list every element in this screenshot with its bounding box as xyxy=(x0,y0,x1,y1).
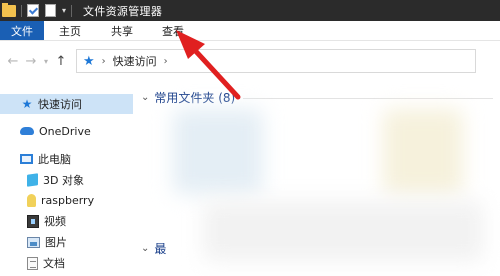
forward-arrow-icon[interactable]: → xyxy=(22,54,40,69)
sidebar-item-label: 图片 xyxy=(45,236,67,249)
file-explorer-window: ▾ 文件资源管理器 文件 主页 共享 查看 ← → ▾ ↑ ★ › 快速访问 ›… xyxy=(0,0,500,276)
tab-home[interactable]: 主页 xyxy=(44,21,96,40)
sidebar-item-videos[interactable]: 视频 xyxy=(27,211,66,231)
title-bar: ▾ 文件资源管理器 xyxy=(0,0,500,21)
raspberry-drive-icon xyxy=(27,193,36,207)
navigation-bar: ← → ▾ ↑ ★ › 快速访问 › xyxy=(0,41,500,81)
ribbon-tabs: 文件 主页 共享 查看 xyxy=(0,21,500,41)
sidebar-item-3d-objects[interactable]: 3D 对象 xyxy=(27,170,84,190)
recent-locations-icon[interactable]: ▾ xyxy=(40,57,52,66)
navigation-pane: ★ 快速访问 OneDrive 此电脑 3D 对象 raspberry 视频 图… xyxy=(0,81,133,276)
video-folder-icon xyxy=(27,214,39,228)
documents-folder-icon xyxy=(27,256,38,270)
back-arrow-icon[interactable]: ← xyxy=(4,54,22,69)
computer-icon xyxy=(20,154,33,164)
breadcrumb-quick-access[interactable]: 快速访问 xyxy=(113,53,157,69)
address-bar[interactable]: ★ › 快速访问 › xyxy=(76,49,476,73)
sidebar-item-label: 3D 对象 xyxy=(43,174,84,187)
group-title: 常用文件夹 (8) xyxy=(154,91,236,105)
sidebar-item-label: raspberry xyxy=(41,193,95,207)
group-header-recent-files[interactable]: ⌄ 最 xyxy=(141,240,166,257)
sidebar-item-pictures[interactable]: 图片 xyxy=(27,232,67,252)
tab-view[interactable]: 查看 xyxy=(148,21,198,40)
3d-objects-icon xyxy=(27,173,38,187)
folder-icon xyxy=(2,2,16,17)
chevron-down-icon[interactable]: ⌄ xyxy=(141,243,149,254)
sidebar-item-label: 此电脑 xyxy=(38,153,71,166)
sidebar-item-onedrive[interactable]: OneDrive xyxy=(20,121,91,141)
quick-access-toolbar-dropdown-icon[interactable]: ▾ xyxy=(62,6,66,15)
group-title: 最 xyxy=(154,242,167,256)
onedrive-cloud-icon xyxy=(20,127,34,135)
folder-thumbnail[interactable] xyxy=(203,201,483,261)
folder-thumbnail[interactable] xyxy=(173,109,263,194)
chevron-down-icon[interactable]: ⌄ xyxy=(141,92,149,103)
group-divider xyxy=(243,98,493,99)
group-header-frequent-folders[interactable]: ⌄ 常用文件夹 (8) xyxy=(141,89,235,106)
tab-file[interactable]: 文件 xyxy=(0,21,44,40)
sidebar-item-label: 快速访问 xyxy=(38,98,82,111)
title-separator xyxy=(21,4,22,17)
sidebar-item-raspberry[interactable]: raspberry xyxy=(27,190,94,210)
new-folder-icon[interactable] xyxy=(45,4,56,17)
title-separator-2 xyxy=(71,4,73,17)
sidebar-item-label: 视频 xyxy=(44,215,66,228)
sidebar-item-quick-access[interactable]: ★ 快速访问 xyxy=(0,94,133,114)
tab-share[interactable]: 共享 xyxy=(96,21,148,40)
window-title: 文件资源管理器 xyxy=(83,4,163,18)
chevron-right-icon[interactable]: › xyxy=(102,56,106,67)
quick-access-star-icon: ★ xyxy=(21,97,33,111)
folder-thumbnail[interactable] xyxy=(383,109,463,194)
quick-access-star-icon: ★ xyxy=(83,53,95,69)
properties-icon[interactable] xyxy=(27,4,39,17)
chevron-right-icon[interactable]: › xyxy=(164,56,168,67)
sidebar-item-this-pc[interactable]: 此电脑 xyxy=(20,149,71,169)
sidebar-item-documents[interactable]: 文档 xyxy=(27,253,65,273)
sidebar-item-label: 文档 xyxy=(43,257,65,270)
up-arrow-icon[interactable]: ↑ xyxy=(52,54,70,69)
content-pane: ⌄ 常用文件夹 (8) ⌄ 最 xyxy=(133,81,500,276)
pictures-folder-icon xyxy=(27,236,40,248)
sidebar-item-label: OneDrive xyxy=(39,124,91,138)
